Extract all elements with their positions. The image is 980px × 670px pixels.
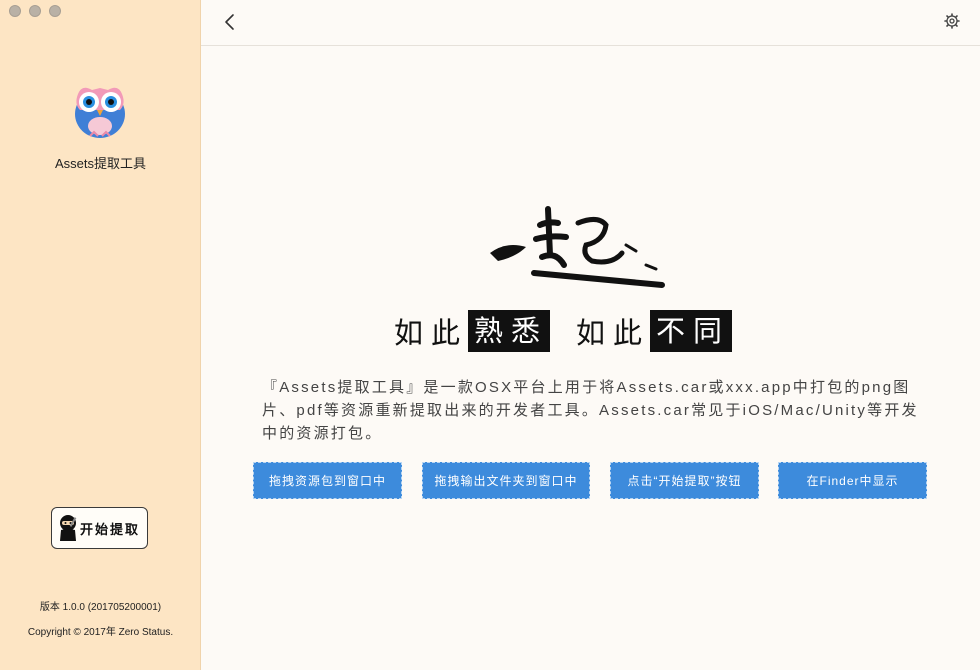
- close-icon[interactable]: [9, 5, 21, 17]
- drag-output-folder-button[interactable]: 拖拽输出文件夹到窗口中: [422, 462, 590, 499]
- toolbar: [201, 0, 980, 46]
- app-description: 『Assets提取工具』是一款OSX平台上用于将Assets.car或xxx.a…: [262, 379, 919, 442]
- drag-asset-package-button[interactable]: 拖拽资源包到窗口中: [253, 462, 402, 499]
- slogan: 如此 熟悉 如此 不同: [392, 310, 733, 352]
- show-in-finder-button[interactable]: 在Finder中显示: [778, 462, 927, 499]
- ninja-icon: [60, 515, 77, 541]
- copyright-label: Copyright © 2017年 Zero Status.: [27, 627, 174, 638]
- slogan-part-3: 如此: [576, 316, 651, 350]
- calligraphy-logo: [490, 206, 665, 288]
- minimize-icon[interactable]: [29, 5, 41, 17]
- step-buttons: 拖拽资源包到窗口中 拖拽输出文件夹到窗口中 点击“开始提取”按钮 在Finder…: [0, 462, 980, 499]
- owl-app-icon: [75, 87, 125, 138]
- start-extract-button[interactable]: 开始提取: [51, 507, 148, 549]
- slogan-highlight-2: 不同: [650, 310, 733, 352]
- zoom-icon[interactable]: [49, 5, 61, 17]
- slogan-part-1: 如此: [394, 316, 469, 350]
- click-start-extract-button[interactable]: 点击“开始提取”按钮: [610, 462, 759, 499]
- slogan-highlight-1: 熟悉: [468, 310, 551, 352]
- app-name: Assets提取工具: [54, 156, 146, 171]
- version-label: 版本 1.0.0 (201705200001): [39, 602, 162, 613]
- back-chevron-icon[interactable]: [221, 12, 239, 32]
- window-controls: [9, 5, 61, 17]
- gear-icon[interactable]: [944, 13, 960, 29]
- sidebar: Assets提取工具 开始提取 版本 1.0.0 (201705200001) …: [0, 0, 201, 670]
- start-extract-label: 开始提取: [80, 521, 141, 537]
